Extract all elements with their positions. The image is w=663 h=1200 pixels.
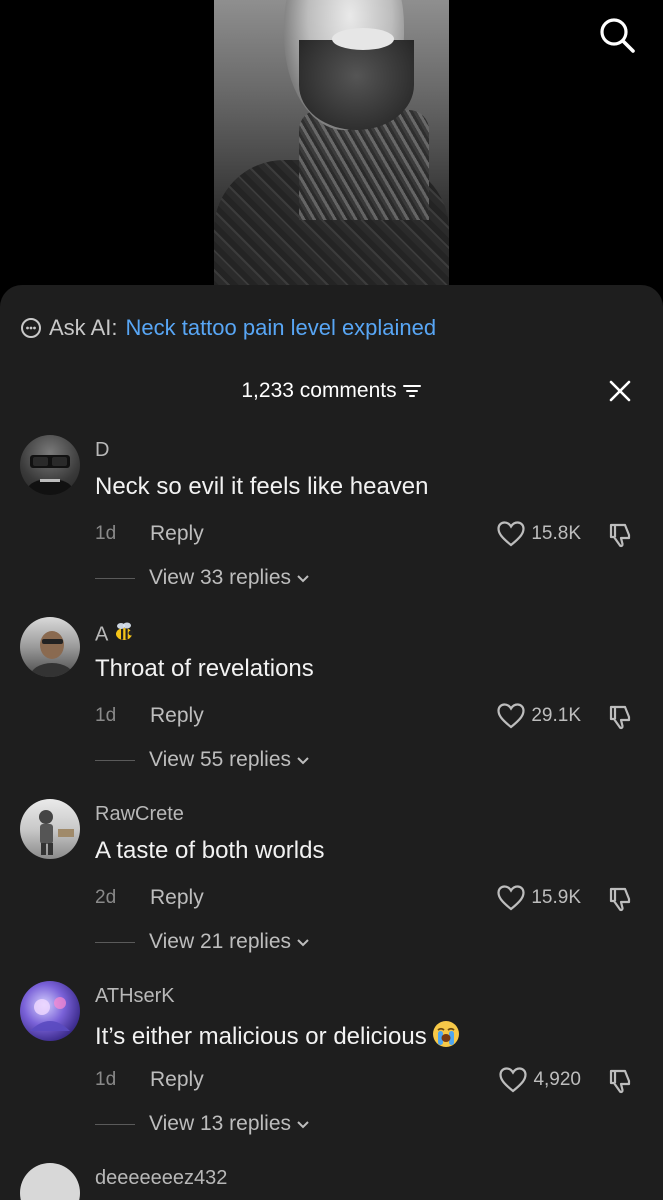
like-button[interactable]: 29.1K	[497, 701, 581, 731]
view-replies-label: View 55 replies	[149, 748, 292, 771]
avatar[interactable]	[20, 617, 80, 677]
comment-text: Throat of revelations	[95, 655, 314, 682]
like-button[interactable]: 4,920	[499, 1065, 581, 1095]
video-thumbnail	[214, 0, 449, 290]
like-count: 15.8K	[531, 523, 581, 544]
avatar-sunglasses-figure	[28, 455, 72, 495]
heart-icon	[497, 885, 525, 911]
dislike-button[interactable]	[605, 701, 637, 733]
bee-emoji-icon	[112, 621, 136, 649]
video-player[interactable]	[0, 0, 663, 300]
view-replies-label: View 21 replies	[149, 930, 292, 953]
comment-username[interactable]: ATHserK	[95, 985, 175, 1008]
search-button[interactable]	[596, 14, 638, 56]
reply-button[interactable]: Reply	[150, 522, 204, 546]
view-replies-button[interactable]: View 13 replies	[95, 1109, 311, 1139]
comment-age: 1d	[95, 523, 117, 544]
dislike-button[interactable]	[605, 519, 637, 551]
heart-icon	[497, 521, 525, 547]
comment-item: D Neck so evil it feels like heaven 1d R…	[0, 435, 663, 605]
chevron-down-icon	[295, 570, 311, 586]
replies-divider	[95, 941, 135, 943]
comment-item: deeeeeeez432	[0, 1163, 663, 1200]
like-count: 15.9K	[531, 887, 581, 908]
comment-text: Neck so evil it feels like heaven	[95, 473, 429, 500]
comment-item: ATHserK It’s either malicious or delicio…	[0, 981, 663, 1151]
avatar[interactable]	[20, 435, 80, 495]
reply-button[interactable]: Reply	[150, 886, 204, 910]
avatar[interactable]	[20, 981, 80, 1041]
comment-age: 2d	[95, 887, 117, 908]
avatar-artwork-figure	[30, 997, 70, 1031]
avatar[interactable]	[20, 1163, 80, 1200]
chevron-down-icon	[295, 1116, 311, 1132]
close-comments-button[interactable]	[602, 373, 638, 409]
heart-icon	[499, 1067, 528, 1093]
dislike-button[interactable]	[605, 1065, 637, 1097]
comments-sheet: Ask AI: Neck tattoo pain level explained…	[0, 285, 663, 1200]
comment-username[interactable]: RawCrete	[95, 803, 184, 826]
chevron-down-icon	[295, 934, 311, 950]
comment-item: RawCrete A taste of both worlds 2d Reply…	[0, 799, 663, 969]
like-button[interactable]: 15.8K	[497, 519, 581, 549]
thumbs-down-icon	[609, 887, 631, 912]
avatar-person-figure	[39, 810, 74, 855]
sort-filter-icon[interactable]	[402, 381, 422, 401]
like-count: 29.1K	[531, 705, 581, 726]
thumbs-down-icon	[609, 705, 631, 730]
reply-button[interactable]: Reply	[150, 704, 204, 728]
comment-text-body: It’s either malicious or delicious	[95, 1022, 427, 1050]
video-beard-shape	[299, 40, 414, 130]
comment-age: 1d	[95, 1069, 117, 1090]
view-replies-label: View 13 replies	[149, 1112, 292, 1135]
dislike-button[interactable]	[605, 883, 637, 915]
view-replies-button[interactable]: View 55 replies	[95, 745, 311, 775]
ask-ai-query[interactable]: Neck tattoo pain level explained	[125, 315, 436, 341]
view-replies-button[interactable]: View 21 replies	[95, 927, 311, 957]
thumbs-down-icon	[609, 1069, 631, 1094]
chevron-down-icon	[295, 752, 311, 768]
like-count: 4,920	[533, 1069, 581, 1090]
reply-button[interactable]: Reply	[150, 1068, 204, 1092]
comment-text: It’s either malicious or delicious	[95, 1019, 461, 1056]
avatar-person-figure	[30, 631, 74, 677]
comments-count: 1,233 comments	[241, 379, 397, 402]
view-replies-label: View 33 replies	[149, 566, 292, 589]
comments-header: 1,233 comments	[0, 373, 663, 409]
comment-username[interactable]: D	[95, 439, 109, 462]
close-icon	[609, 380, 631, 402]
video-mouth-shape	[332, 28, 394, 50]
search-icon	[600, 18, 635, 53]
replies-divider	[95, 1123, 135, 1125]
like-button[interactable]: 15.9K	[497, 883, 581, 913]
comment-username-text: A	[95, 623, 109, 646]
thumbs-down-icon	[609, 523, 631, 548]
avatar[interactable]	[20, 799, 80, 859]
ask-ai-label: Ask AI:	[49, 315, 118, 340]
comment-username[interactable]: A	[95, 621, 136, 649]
replies-divider	[95, 759, 135, 761]
ask-ai-link[interactable]: Ask AI: Neck tattoo pain level explained	[20, 313, 436, 343]
comment-text: A taste of both worlds	[95, 837, 325, 864]
heart-icon	[497, 703, 525, 729]
view-replies-button[interactable]: View 33 replies	[95, 563, 311, 593]
loudly-crying-face-icon	[431, 1019, 461, 1056]
comment-age: 1d	[95, 705, 117, 726]
replies-divider	[95, 577, 135, 579]
comment-username[interactable]: deeeeeeez432	[95, 1167, 227, 1190]
ai-chat-icon	[20, 317, 42, 339]
comment-item: A Throat of revelations 1d Reply 29.1K V…	[0, 617, 663, 787]
